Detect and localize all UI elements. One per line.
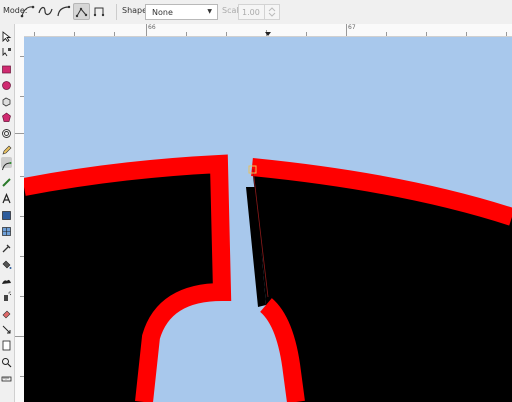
- ruler-tick-major: [14, 336, 24, 337]
- tool-connector[interactable]: [1, 320, 12, 334]
- ruler-tick: [386, 32, 387, 36]
- left-black-shape[interactable]: [24, 164, 222, 402]
- drawing-canvas[interactable]: [24, 37, 512, 402]
- ruler-tick-major: [146, 24, 147, 36]
- ruler-tick: [226, 32, 227, 36]
- ruler-tick: [34, 32, 35, 36]
- ruler-tick: [426, 32, 427, 36]
- ruler-label-67: 67: [348, 24, 356, 31]
- shape-dropdown[interactable]: None ▼: [145, 4, 218, 20]
- tool-gradient[interactable]: [1, 206, 12, 220]
- stepper-arrows-icon: [268, 7, 276, 17]
- ruler-tick-major: [14, 133, 24, 134]
- spiro-mode-button[interactable]: [37, 3, 54, 20]
- tool-calligraphy[interactable]: [1, 173, 12, 187]
- ruler-tick-major: [346, 24, 347, 36]
- tweak-icon: [2, 279, 11, 284]
- tool-selector[interactable]: [1, 27, 12, 43]
- pen-icon: [2, 162, 12, 171]
- selector-icon: [2, 31, 12, 43]
- sequence-mode-button[interactable]: [73, 3, 90, 20]
- dropper-icon: [2, 244, 11, 253]
- tool-paint-bucket[interactable]: [1, 255, 12, 269]
- ruler-corner: [14, 24, 24, 36]
- ruler-tick: [114, 32, 115, 36]
- toolbar-separator: [116, 4, 117, 20]
- bspline-mode-button[interactable]: [55, 3, 72, 20]
- bspline-mode-icon: [57, 5, 71, 17]
- ruler-tick: [306, 32, 307, 36]
- mesh-icon: [2, 227, 11, 236]
- tool-pen[interactable]: [1, 157, 12, 171]
- ruler-label-66: 66: [148, 24, 156, 31]
- ruler-tick: [186, 32, 187, 36]
- tool-spray[interactable]: [1, 287, 12, 301]
- horizontal-ruler[interactable]: 66 67: [24, 24, 512, 37]
- tool-node[interactable]: [1, 43, 12, 57]
- sequence-mode-icon: [75, 7, 88, 18]
- tool-zoom[interactable]: [1, 353, 12, 368]
- tool-ellipse[interactable]: [1, 76, 12, 90]
- tool-star[interactable]: [1, 108, 12, 122]
- node-icon: [2, 48, 11, 57]
- ruler-tick: [466, 32, 467, 36]
- toolbox: [0, 24, 15, 402]
- tool-dropper[interactable]: [1, 238, 12, 253]
- eraser-icon: [2, 310, 11, 319]
- tool-spiral[interactable]: [1, 124, 12, 138]
- shape-dropdown-value: None: [152, 8, 173, 17]
- scale-stepper[interactable]: [264, 5, 279, 19]
- tool-rectangle[interactable]: [1, 60, 12, 74]
- measure-icon: [1, 376, 12, 382]
- tool-eraser[interactable]: [1, 304, 12, 319]
- tool-text[interactable]: [1, 189, 12, 204]
- gradient-icon: [2, 211, 11, 220]
- calligraphy-icon: [2, 178, 11, 187]
- paint-bucket-icon: [2, 260, 12, 269]
- rectangle-icon: [2, 65, 11, 74]
- tool-pages[interactable]: [1, 336, 12, 351]
- tool-tweak[interactable]: [1, 271, 12, 284]
- spiral-icon: [2, 129, 11, 138]
- scale-spinbox[interactable]: 1.00: [238, 4, 280, 20]
- ellipse-icon: [2, 81, 11, 90]
- connector-icon: [2, 325, 11, 334]
- tool-box3d[interactable]: [1, 92, 12, 107]
- chevron-down-icon: ▼: [207, 8, 212, 15]
- star-icon: [2, 112, 11, 122]
- spray-icon: [4, 291, 12, 301]
- pencil-icon: [2, 145, 12, 155]
- canvas-artwork: [24, 154, 512, 402]
- tool-measure[interactable]: [1, 369, 12, 382]
- tool-pencil[interactable]: [1, 141, 12, 155]
- scale-value: 1.00: [242, 8, 260, 17]
- tool-mesh[interactable]: [1, 222, 12, 236]
- zoom-icon: [2, 358, 12, 368]
- tool-controls-bar: Mode: Shape: None ▼ Scale: 1.00: [0, 0, 512, 25]
- ruler-tick: [74, 32, 75, 36]
- spiro-mode-icon: [38, 6, 53, 16]
- ruler-tick: [506, 32, 507, 36]
- bezier-mode-button[interactable]: [19, 3, 36, 20]
- paraxial-mode-button[interactable]: [92, 3, 109, 20]
- bezier-mode-icon: [20, 5, 35, 18]
- ruler-cursor-marker: [265, 32, 271, 36]
- text-icon: [2, 192, 11, 204]
- paraxial-mode-icon: [93, 7, 105, 17]
- box3d-icon: [2, 97, 11, 107]
- pages-icon: [2, 340, 11, 351]
